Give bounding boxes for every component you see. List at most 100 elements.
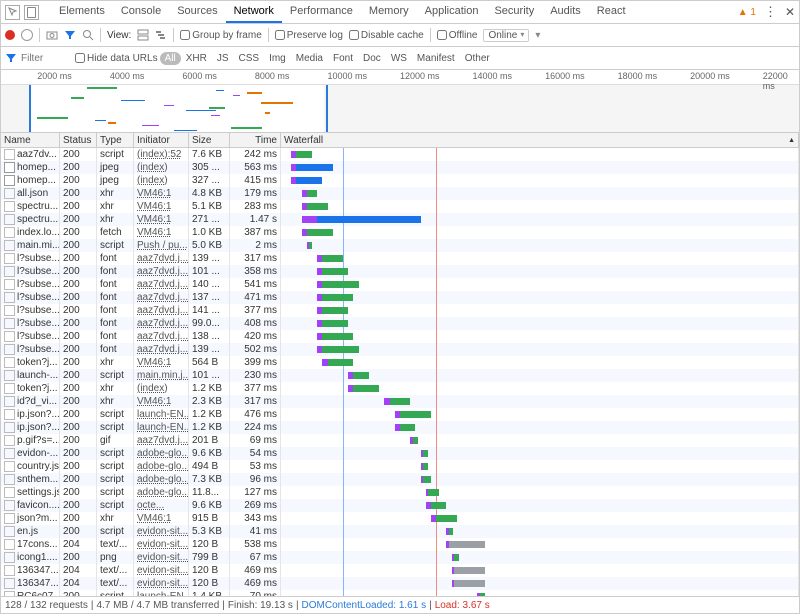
timeline-overview[interactable]: 2000 ms4000 ms6000 ms8000 ms10000 ms1200… bbox=[1, 70, 799, 133]
table-row[interactable]: l?subse...200fontaaz7dvd.j...101 ...358 … bbox=[1, 265, 799, 278]
preserve-log-checkbox[interactable]: Preserve log bbox=[275, 30, 343, 41]
large-rows-icon[interactable] bbox=[137, 29, 149, 41]
cell-initiator[interactable]: adobe-glo... bbox=[134, 447, 189, 460]
table-row[interactable]: launch-...200scriptmain.min.j...101 ...2… bbox=[1, 369, 799, 382]
cell-initiator[interactable]: (index) bbox=[134, 382, 189, 395]
table-row[interactable]: p.gif?s=...200gifaaz7dvd.j...201 B69 ms bbox=[1, 434, 799, 447]
filter-type-ws[interactable]: WS bbox=[386, 52, 412, 65]
table-row[interactable]: main.mi...200scriptPush / pu...5.0 KB2 m… bbox=[1, 239, 799, 252]
main-tab-memory[interactable]: Memory bbox=[361, 1, 417, 23]
table-row[interactable]: token?j...200xhrVM46:1564 B399 ms bbox=[1, 356, 799, 369]
cell-initiator[interactable]: adobe-glo... bbox=[134, 460, 189, 473]
table-row[interactable]: json?m...200xhrVM46:1915 B343 ms bbox=[1, 512, 799, 525]
waterfall-view-icon[interactable] bbox=[155, 29, 167, 41]
hide-data-urls-checkbox[interactable]: Hide data URLs bbox=[75, 53, 158, 64]
cell-initiator[interactable]: aaz7dvd.j... bbox=[134, 252, 189, 265]
table-row[interactable]: homep...200jpeg(index)327 ...415 ms bbox=[1, 174, 799, 187]
main-tab-security[interactable]: Security bbox=[486, 1, 542, 23]
cell-initiator[interactable]: aaz7dvd.j... bbox=[134, 434, 189, 447]
cell-initiator[interactable]: launch-EN... bbox=[134, 408, 189, 421]
main-tab-performance[interactable]: Performance bbox=[282, 1, 361, 23]
filter-type-xhr[interactable]: XHR bbox=[181, 52, 212, 65]
search-icon[interactable] bbox=[82, 29, 94, 41]
column-header-name[interactable]: Name bbox=[1, 133, 60, 147]
main-tab-sources[interactable]: Sources bbox=[169, 1, 225, 23]
table-row[interactable]: l?subse...200fontaaz7dvd.j...139 ...502 … bbox=[1, 343, 799, 356]
cell-initiator[interactable]: adobe-glo... bbox=[134, 473, 189, 486]
record-button[interactable] bbox=[5, 30, 15, 40]
table-row[interactable]: settings.js200scriptadobe-glo...11.8...1… bbox=[1, 486, 799, 499]
filter-input[interactable] bbox=[19, 52, 73, 65]
cell-initiator[interactable]: evidon-sit... bbox=[134, 564, 189, 577]
capture-screenshots-icon[interactable] bbox=[46, 29, 58, 41]
table-row[interactable]: id?d_vi...200xhrVM46:12.3 KB317 ms bbox=[1, 395, 799, 408]
inspect-element-button[interactable] bbox=[5, 5, 20, 20]
table-row[interactable]: ip.json?...200scriptlaunch-EN...1.2 KB47… bbox=[1, 408, 799, 421]
filter-type-other[interactable]: Other bbox=[460, 52, 495, 65]
filter-type-doc[interactable]: Doc bbox=[358, 52, 386, 65]
table-row[interactable]: country.js200scriptadobe-glo...494 B53 m… bbox=[1, 460, 799, 473]
table-row[interactable]: 17cons...204text/...evidon-sit...120 B53… bbox=[1, 538, 799, 551]
cell-initiator[interactable]: VM46:1 bbox=[134, 395, 189, 408]
cell-initiator[interactable]: VM46:1 bbox=[134, 213, 189, 226]
table-row[interactable]: l?subse...200fontaaz7dvd.j...138 ...420 … bbox=[1, 330, 799, 343]
table-row[interactable]: l?subse...200fontaaz7dvd.j...99.0...408 … bbox=[1, 317, 799, 330]
table-row[interactable]: ip.json?...200scriptlaunch-EN...1.2 KB22… bbox=[1, 421, 799, 434]
cell-initiator[interactable]: aaz7dvd.j... bbox=[134, 278, 189, 291]
cell-initiator[interactable]: VM46:1 bbox=[134, 187, 189, 200]
warning-count-badge[interactable]: ▲ 1 bbox=[738, 7, 756, 18]
cell-initiator[interactable]: aaz7dvd.j... bbox=[134, 330, 189, 343]
column-header-status[interactable]: Status bbox=[60, 133, 97, 147]
table-row[interactable]: homep...200jpeg(index)305 ...563 ms bbox=[1, 161, 799, 174]
table-row[interactable]: l?subse...200fontaaz7dvd.j...140 ...541 … bbox=[1, 278, 799, 291]
table-row[interactable]: all.json200xhrVM46:14.8 KB179 ms bbox=[1, 187, 799, 200]
cell-initiator[interactable]: aaz7dvd.j... bbox=[134, 304, 189, 317]
cell-initiator[interactable]: VM46:1 bbox=[134, 512, 189, 525]
cell-initiator[interactable]: VM46:1 bbox=[134, 226, 189, 239]
cell-initiator[interactable]: Push / pu... bbox=[134, 239, 189, 252]
cell-initiator[interactable]: (index):52 bbox=[134, 148, 189, 161]
cell-initiator[interactable]: adobe-glo... bbox=[134, 486, 189, 499]
filter-type-media[interactable]: Media bbox=[291, 52, 328, 65]
table-row[interactable]: spectru...200xhrVM46:15.1 KB283 ms bbox=[1, 200, 799, 213]
cell-initiator[interactable]: evidon-sit... bbox=[134, 538, 189, 551]
filter-type-all[interactable]: All bbox=[160, 52, 181, 65]
table-row[interactable]: aaz7dv...200script(index):527.6 KB242 ms bbox=[1, 148, 799, 161]
column-header-type[interactable]: Type bbox=[97, 133, 134, 147]
column-header-waterfall[interactable]: Waterfall▲ bbox=[281, 133, 799, 147]
table-row[interactable]: snthem...200scriptadobe-glo...7.3 KB96 m… bbox=[1, 473, 799, 486]
table-row[interactable]: en.js200scriptevidon-sit...5.3 KB41 ms bbox=[1, 525, 799, 538]
cell-initiator[interactable]: VM46:1 bbox=[134, 200, 189, 213]
main-tab-audits[interactable]: Audits bbox=[542, 1, 589, 23]
clear-button[interactable] bbox=[21, 29, 33, 41]
cell-initiator[interactable]: VM46:1 bbox=[134, 356, 189, 369]
filter-type-css[interactable]: CSS bbox=[234, 52, 265, 65]
cell-initiator[interactable]: octe... bbox=[134, 499, 189, 512]
filter-type-manifest[interactable]: Manifest bbox=[412, 52, 460, 65]
cell-initiator[interactable]: main.min.j... bbox=[134, 369, 189, 382]
filter-type-js[interactable]: JS bbox=[212, 52, 234, 65]
cell-initiator[interactable]: aaz7dvd.j... bbox=[134, 265, 189, 278]
cell-initiator[interactable]: aaz7dvd.j... bbox=[134, 343, 189, 356]
table-row[interactable]: l?subse...200fontaaz7dvd.j...139 ...317 … bbox=[1, 252, 799, 265]
main-tab-console[interactable]: Console bbox=[113, 1, 169, 23]
table-row[interactable]: favicon....200scriptocte...9.6 KB269 ms bbox=[1, 499, 799, 512]
main-tab-network[interactable]: Network bbox=[226, 1, 282, 23]
device-toggle-button[interactable] bbox=[24, 5, 39, 20]
group-by-frame-checkbox[interactable]: Group by frame bbox=[180, 30, 261, 41]
table-row[interactable]: 136347...204text/...evidon-sit...120 B46… bbox=[1, 564, 799, 577]
table-row[interactable]: 136347...204text/...evidon-sit...120 B46… bbox=[1, 577, 799, 590]
table-row[interactable]: evidon-...200scriptadobe-glo...9.6 KB54 … bbox=[1, 447, 799, 460]
column-header-time[interactable]: Time bbox=[230, 133, 281, 147]
request-table[interactable]: aaz7dv...200script(index):527.6 KB242 ms… bbox=[1, 148, 799, 596]
table-row[interactable]: index.lo...200fetchVM46:11.0 KB387 ms bbox=[1, 226, 799, 239]
cell-initiator[interactable]: (index) bbox=[134, 174, 189, 187]
filter-type-img[interactable]: Img bbox=[264, 52, 291, 65]
close-icon[interactable]: ✕ bbox=[785, 5, 795, 19]
cell-initiator[interactable]: evidon-sit... bbox=[134, 551, 189, 564]
main-tab-react[interactable]: React bbox=[589, 1, 634, 23]
table-row[interactable]: l?subse...200fontaaz7dvd.j...137 ...471 … bbox=[1, 291, 799, 304]
overview-selection[interactable] bbox=[29, 85, 328, 133]
throttling-select[interactable]: Online▾ bbox=[483, 29, 529, 42]
main-tab-elements[interactable]: Elements bbox=[51, 1, 113, 23]
